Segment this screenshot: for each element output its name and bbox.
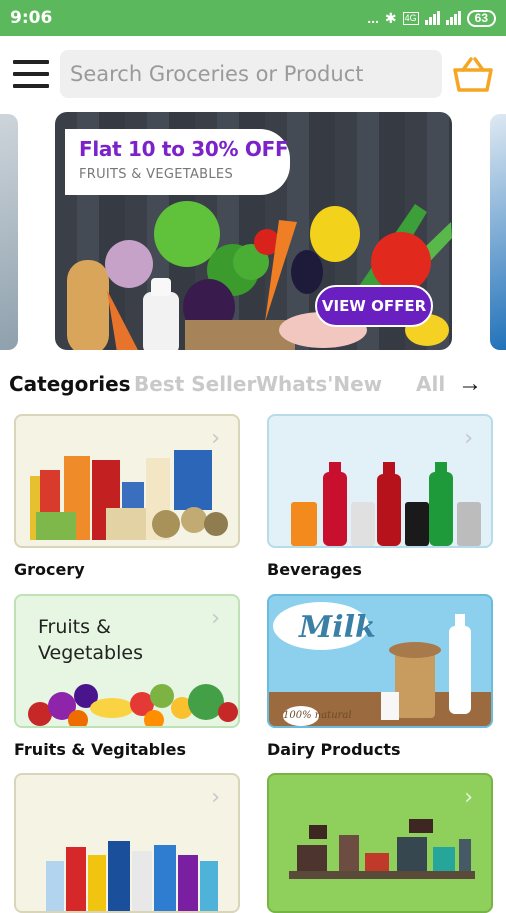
signal-icon-2 — [445, 11, 461, 25]
milk-card-title: Milk — [299, 610, 376, 645]
category-label-dairy[interactable]: Dairy Products — [267, 740, 401, 759]
tab-whats-new[interactable]: Whats'New — [256, 372, 382, 396]
status-icons: ... ✱ 4G 63 — [367, 9, 496, 27]
home-kitchen-illustration — [289, 819, 475, 879]
category-card-home-kitchen[interactable]: › — [267, 773, 493, 913]
signal-icon — [424, 11, 440, 25]
status-time: 9:06 — [10, 8, 53, 28]
tab-categories[interactable]: Categories — [9, 372, 131, 396]
offer-banner[interactable]: Flat 10 to 30% OFF FRUITS & VEGETABLES V… — [55, 112, 452, 350]
hamburger-menu-icon[interactable] — [13, 60, 49, 88]
category-label-grocery[interactable]: Grocery — [14, 560, 85, 579]
offer-text-pill: Flat 10 to 30% OFF FRUITS & VEGETABLES — [65, 129, 290, 195]
category-tabs: Categories Best Seller Whats'New All → — [0, 366, 506, 404]
category-label-fruits-vegetables[interactable]: Fruits & Vegitables — [14, 740, 186, 759]
category-card-personal-care[interactable]: › — [14, 773, 240, 913]
tab-all[interactable]: All — [416, 372, 445, 396]
tab-best-seller[interactable]: Best Seller — [134, 372, 256, 396]
search-input[interactable] — [60, 50, 442, 98]
category-card-grocery[interactable]: › — [14, 414, 240, 548]
notification-dots: ... — [367, 10, 379, 26]
next-banner-peek[interactable] — [490, 114, 506, 350]
personal-care-illustration — [46, 841, 218, 911]
view-offer-button[interactable]: VIEW OFFER — [315, 285, 433, 327]
bluetooth-icon: ✱ — [384, 9, 397, 26]
battery-indicator: 63 — [466, 9, 496, 27]
network-type-badge: 4G — [402, 11, 419, 25]
top-bar — [0, 36, 506, 112]
natural-badge: 100% natural — [283, 710, 352, 721]
previous-banner-peek[interactable] — [0, 114, 18, 350]
basket-icon[interactable] — [451, 54, 495, 94]
category-card-fruits-vegetables[interactable]: › Fruits & Vegetables — [14, 594, 240, 728]
offer-carousel[interactable]: Flat 10 to 30% OFF FRUITS & VEGETABLES V… — [0, 112, 506, 352]
grocery-products-illustration — [30, 450, 228, 540]
arrow-right-icon[interactable]: → — [458, 370, 482, 398]
beverages-illustration — [291, 462, 481, 546]
offer-subline: FRUITS & VEGETABLES — [79, 167, 234, 182]
offer-headline: Flat 10 to 30% OFF — [79, 137, 289, 161]
category-card-beverages[interactable]: › — [267, 414, 493, 548]
status-bar: 9:06 ... ✱ 4G 63 — [0, 0, 506, 36]
category-label-beverages[interactable]: Beverages — [267, 560, 362, 579]
fruits-illustration — [28, 684, 238, 726]
category-card-dairy[interactable]: Milk 100% natural — [267, 594, 493, 728]
